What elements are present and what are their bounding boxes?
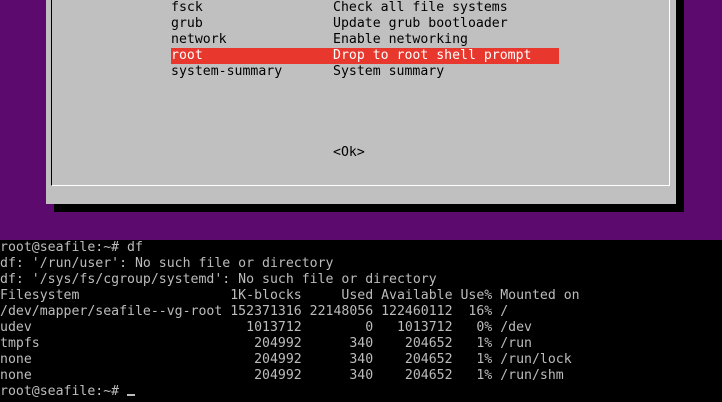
menu-item-fsck[interactable]: fsck Check all file systems — [171, 0, 559, 16]
terminal-prompt: root@seafile:~# — [0, 384, 128, 399]
menu-item-description: Update grub bootloader — [333, 16, 508, 31]
terminal-line: df: '/sys/fs/cgroup/systemd': No such fi… — [0, 272, 437, 287]
menu-item-key: root — [171, 48, 203, 63]
ok-button[interactable]: <Ok> — [333, 145, 365, 161]
terminal-line: Filesystem 1K-blocks Used Available Use%… — [0, 288, 580, 303]
menu-item-key: fsck — [171, 0, 203, 15]
screen: fsck Check all file systems grub Update … — [0, 0, 722, 402]
recovery-menu-list: fsck Check all file systems grub Update … — [171, 0, 559, 80]
cursor-icon — [127, 394, 136, 396]
menu-item-description: Enable networking — [333, 32, 468, 47]
menu-item-system-summary[interactable]: system-summary System summary — [171, 64, 559, 80]
menu-item-description: System summary — [333, 64, 445, 79]
menu-item-key: system-summary — [171, 64, 283, 79]
terminal-prompt-line[interactable]: root@seafile:~# — [0, 384, 722, 400]
menu-item-network[interactable]: network Enable networking — [171, 32, 559, 48]
menu-item-description: Check all file systems — [333, 0, 508, 15]
terminal-line: none 204992 340 204652 1% /run/shm — [0, 368, 564, 383]
menu-item-grub[interactable]: grub Update grub bootloader — [171, 16, 559, 32]
menu-item-root[interactable]: root Drop to root shell prompt — [171, 48, 559, 64]
terminal-line: root@seafile:~# df — [0, 240, 143, 255]
menu-item-description: Drop to root shell prompt — [333, 48, 532, 63]
menu-item-key: network — [171, 32, 227, 47]
terminal-line: df: '/run/user': No such file or directo… — [0, 256, 334, 271]
terminal-line: none 204992 340 204652 1% /run/lock — [0, 352, 572, 367]
terminal-line: tmpfs 204992 340 204652 1% /run — [0, 336, 532, 351]
terminal-line: udev 1013712 0 1013712 0% /dev — [0, 320, 532, 335]
menu-item-key: grub — [171, 16, 203, 31]
terminal-output: root@seafile:~# df df: '/run/user': No s… — [0, 240, 722, 400]
terminal-line: /dev/mapper/seafile--vg-root 152371316 2… — [0, 304, 509, 319]
